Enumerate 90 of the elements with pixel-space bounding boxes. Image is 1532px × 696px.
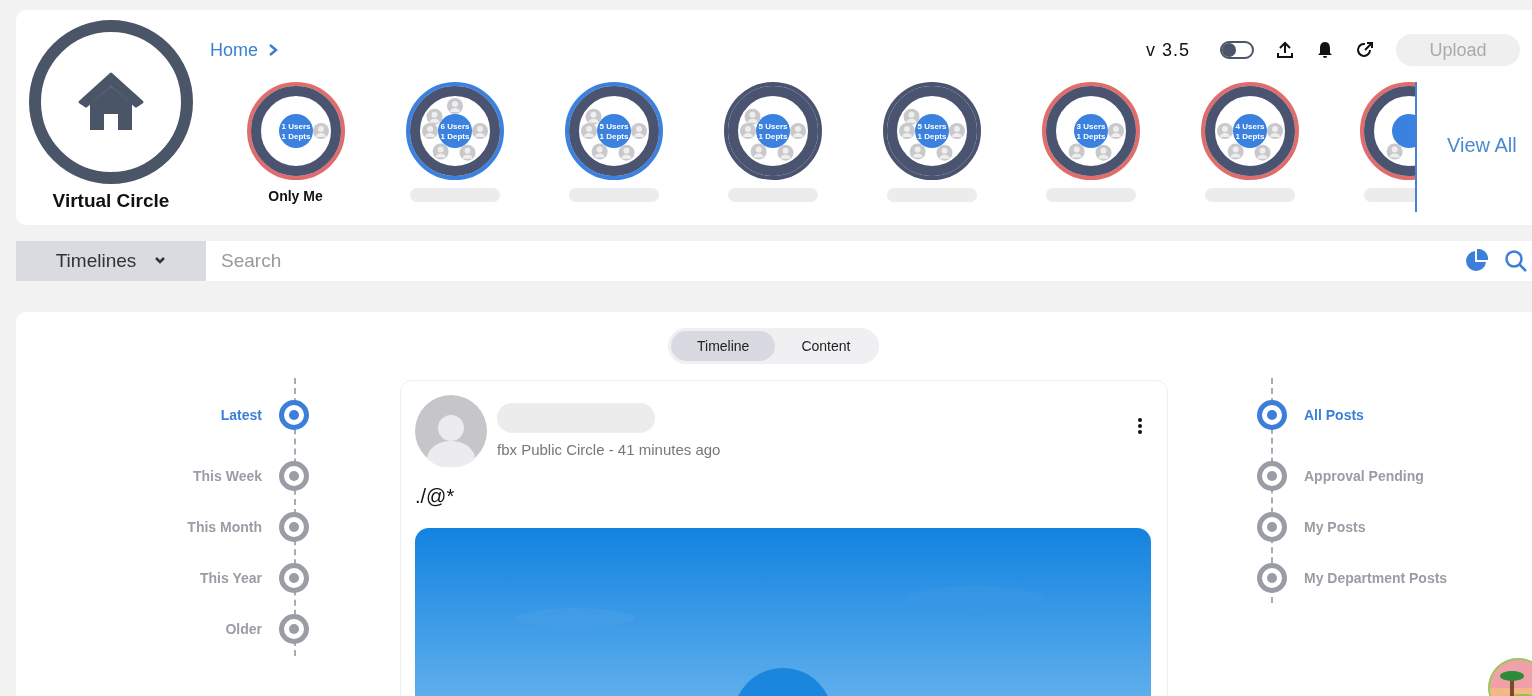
upload-icon[interactable] [1276,41,1294,59]
post-text: ./@* [415,485,456,508]
avatar-icon [1216,123,1233,139]
avatar-icon [1254,144,1270,161]
external-link-icon[interactable] [1356,41,1374,59]
avatar-icon [948,123,965,139]
timeline-filter[interactable]: Latest [220,399,310,431]
timelines-dropdown[interactable]: Timelines [16,241,206,281]
avatar-icon [471,123,488,139]
avatar-icon [936,144,952,161]
timeline-dot-icon [278,613,310,645]
avatar-icon [903,108,919,125]
avatar-icon [585,108,601,125]
avatar-placeholder-icon [415,395,487,467]
post-filter[interactable]: All Posts [1256,399,1364,431]
more-options-icon[interactable] [1137,417,1143,435]
timeline-dot-icon [278,562,310,594]
avatar-icon [1266,123,1283,139]
timeline-filter[interactable]: This Year [200,562,310,594]
chevron-right-icon [268,43,278,57]
pie-chart-icon[interactable] [1464,249,1488,273]
avatar-icon [789,123,806,139]
avatar-icon [898,123,915,139]
circle-avatar[interactable]: 5 Users 1 Depts [564,82,663,180]
timeline-filter[interactable]: Older [225,613,310,645]
dept-count: 1 Depts [1235,132,1264,141]
user-count: 6 Users [440,122,469,131]
avatar-icon [1068,143,1085,160]
avatar-icon [421,123,438,139]
avatar-icon [1107,123,1124,139]
avatar-icon [744,108,760,125]
post-filter[interactable]: My Department Posts [1256,562,1448,594]
avatar-icon [1227,143,1244,160]
version-label: v 3.5 [1145,39,1190,61]
user-count: 5 Users [758,122,787,131]
avatar-icon [618,144,634,161]
breadcrumb-link[interactable]: Home [210,39,278,61]
circle-avatar[interactable]: 6 Users 1 Depts [405,82,504,180]
search-field[interactable]: Search [206,241,1454,281]
circle-avatar[interactable]: 1 Users 1 Depts [246,82,345,180]
dept-count: 1 Depts [440,132,469,141]
avatar-icon [446,98,463,114]
timeline-dot-icon [278,460,310,492]
post-filter[interactable]: My Posts [1256,511,1366,543]
avatar-icon [630,123,647,139]
post-meta: fbx Public Circle - 41 minutes ago [497,441,721,458]
avatar-icon [739,123,756,139]
circle-avatar[interactable]: 5 Users 1 Depts [723,82,822,180]
avatar-icon [432,143,449,160]
user-count: 5 Users [599,122,628,131]
avatar-icon [312,123,329,139]
avatar-icon [459,144,475,161]
avatar-icon [580,123,597,139]
avatar-icon [750,143,767,160]
timeline-dot-icon [278,399,310,431]
app-name: Virtual Circle [52,190,170,212]
timeline-dot-icon [1256,511,1288,543]
circle-avatar[interactable]: 5 Users 1 Depts [882,82,981,180]
avatar-icon [1386,143,1403,160]
post-filter[interactable]: Approval Pending [1256,460,1424,492]
avatar-icon [909,143,926,160]
view-tab[interactable]: Content [775,331,877,361]
avatar-icon [1095,144,1111,161]
timeline-dot-icon [1256,460,1288,492]
dept-count: 1 Depts [917,132,946,141]
dept-count: 1 Depts [281,132,310,141]
avatar-icon [777,144,793,161]
avatar-icon [426,108,442,125]
timeline-dot-icon [278,511,310,543]
search-icon[interactable] [1504,249,1528,273]
timeline-dot-icon [1256,562,1288,594]
view-tab[interactable]: Timeline [671,331,776,361]
theme-toggle[interactable] [1220,41,1254,59]
circle-avatar[interactable]: 3 Users 1 Depts [1041,82,1140,180]
dept-count: 1 Depts [1076,132,1105,141]
chevron-down-icon [154,257,167,265]
circle-label: Only Me [268,188,323,204]
timeline-filter[interactable]: This Month [187,511,310,543]
user-count: 5 Users [917,122,946,131]
user-count: 1 Users [281,122,310,131]
view-all-link[interactable]: View All [1447,134,1517,157]
avatar-icon [591,143,608,160]
user-count: 4 Users [1235,122,1264,131]
timeline-dot-icon [1256,399,1288,431]
timeline-filter[interactable]: This Week [193,460,310,492]
dept-count: 1 Depts [599,132,628,141]
circle-avatar[interactable]: 4 Users 1 Depts [1200,82,1299,180]
user-count: 3 Users [1076,122,1105,131]
dept-count: 1 Depts [758,132,787,141]
bell-icon[interactable] [1316,41,1334,59]
